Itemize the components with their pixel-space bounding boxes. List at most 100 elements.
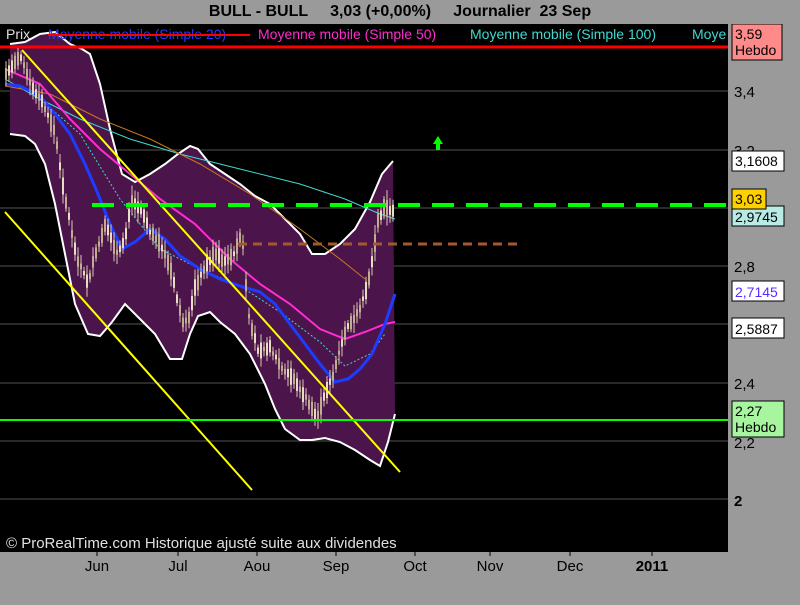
price-axis[interactable]: 3,4 3,2 2,8 2,4 2,2 2 3,59 Hebdo 3,1608 … bbox=[728, 23, 800, 552]
candle-body bbox=[8, 65, 10, 76]
candle-body bbox=[92, 256, 94, 268]
candle-body bbox=[20, 54, 22, 61]
candle-body bbox=[35, 89, 37, 99]
candle-body bbox=[314, 408, 316, 420]
candle-body bbox=[11, 60, 13, 73]
candle-body bbox=[110, 232, 112, 243]
candle-body bbox=[308, 399, 310, 410]
price-chart-svg[interactable]: Prix Moyenne mobile (Simple 20) Moyenne … bbox=[0, 24, 728, 552]
candle-body bbox=[278, 357, 280, 370]
candle-body bbox=[233, 251, 235, 256]
candle-body bbox=[128, 208, 130, 223]
candle-body bbox=[344, 326, 346, 340]
candle-body bbox=[350, 316, 352, 330]
x-tick-aou: Aou bbox=[244, 558, 271, 575]
y-tick-2-2: 2,2 bbox=[734, 435, 755, 452]
badge-bottom-sub: Hebdo bbox=[735, 419, 776, 435]
candle-body bbox=[227, 254, 229, 265]
x-tick-jul: Jul bbox=[168, 558, 187, 575]
candle-body bbox=[95, 247, 97, 259]
candle-body bbox=[251, 323, 253, 336]
time-axis[interactable]: Jun Jul Aou Sep Oct Nov Dec 2011 bbox=[0, 552, 800, 600]
candle-body bbox=[311, 401, 313, 416]
candle-body bbox=[365, 281, 367, 300]
candle-body bbox=[170, 262, 172, 280]
candle-body bbox=[89, 272, 91, 280]
candle-body bbox=[59, 162, 61, 171]
candle-body bbox=[68, 212, 70, 220]
candle-body bbox=[293, 373, 295, 385]
candle-body bbox=[122, 238, 124, 249]
legend-sma100: Moyenne mobile (Simple 100) bbox=[470, 26, 656, 42]
legend-truncated: Moye bbox=[692, 26, 726, 42]
candle-body bbox=[158, 234, 160, 252]
copyright-text: © ProRealTime.com Historique ajusté suit… bbox=[6, 535, 397, 552]
x-tick-sep: Sep bbox=[323, 558, 350, 575]
candle-body bbox=[5, 68, 7, 79]
badge-sma50-value: 2,5887 bbox=[735, 321, 778, 337]
x-tick-2011: 2011 bbox=[636, 558, 669, 575]
candle-body bbox=[281, 365, 283, 371]
candle-body bbox=[287, 368, 289, 378]
candle-body bbox=[299, 386, 301, 393]
candle-body bbox=[176, 294, 178, 304]
badge-top-sub: Hebdo bbox=[735, 42, 776, 58]
candle-body bbox=[392, 204, 394, 217]
y-tick-2-8: 2,8 bbox=[734, 259, 755, 276]
candle-body bbox=[353, 314, 355, 324]
x-tick-oct: Oct bbox=[403, 558, 427, 575]
candle-body bbox=[44, 106, 46, 113]
price-plot[interactable]: Prix Moyenne mobile (Simple 20) Moyenne … bbox=[0, 24, 728, 552]
y-tick-3-4: 3,4 bbox=[734, 84, 755, 101]
candle-body bbox=[239, 232, 241, 244]
badge-current-price-value: 3,03 bbox=[735, 191, 762, 207]
title-price: 3,03 (+0,00%) bbox=[330, 3, 432, 20]
candle-body bbox=[50, 114, 52, 132]
badge-sma20-value: 2,7145 bbox=[735, 284, 778, 300]
candle-body bbox=[62, 177, 64, 195]
title-period: Journalier 23 Sep bbox=[453, 3, 592, 20]
candle-body bbox=[305, 394, 307, 400]
candle-body bbox=[146, 217, 148, 229]
candle-body bbox=[38, 93, 40, 101]
candle-body bbox=[272, 351, 274, 356]
candle-body bbox=[74, 242, 76, 255]
candle-body bbox=[263, 346, 265, 352]
candle-body bbox=[104, 219, 106, 232]
candle-body bbox=[257, 347, 259, 354]
candle-body bbox=[329, 378, 331, 385]
candle-body bbox=[290, 368, 292, 385]
candle-body bbox=[230, 248, 232, 266]
candle-body bbox=[116, 249, 118, 255]
candle-body bbox=[47, 112, 49, 118]
candle-body bbox=[41, 94, 43, 108]
candle-body bbox=[83, 271, 85, 276]
candle-body bbox=[56, 141, 58, 150]
candle-body bbox=[245, 279, 247, 292]
legend-prix: Prix bbox=[6, 26, 30, 42]
candle-body bbox=[101, 227, 103, 243]
badge-bollinger-upper-value: 3,1608 bbox=[735, 153, 778, 169]
candle-body bbox=[23, 62, 25, 69]
candle-body bbox=[29, 79, 31, 86]
candle-body bbox=[125, 227, 127, 240]
candle-body bbox=[152, 227, 154, 241]
candle-body bbox=[323, 392, 325, 401]
chart-title: BULL - BULL 3,03 (+0,00%) Journalier 23 … bbox=[0, 0, 800, 24]
candle-body bbox=[188, 311, 190, 324]
candle-body bbox=[155, 235, 157, 243]
candle-body bbox=[191, 295, 193, 311]
candle-body bbox=[149, 229, 151, 235]
candle-body bbox=[17, 52, 19, 66]
candle-body bbox=[332, 371, 334, 381]
candle-body bbox=[284, 368, 286, 375]
candle-body bbox=[254, 333, 256, 344]
candle-body bbox=[275, 354, 277, 360]
candle-body bbox=[371, 256, 373, 268]
y-tick-2: 2 bbox=[734, 493, 742, 510]
candle-body bbox=[98, 241, 100, 247]
candle-body bbox=[335, 359, 337, 370]
candle-body bbox=[80, 263, 82, 270]
candle-body bbox=[203, 265, 205, 274]
candle-body bbox=[200, 271, 202, 278]
